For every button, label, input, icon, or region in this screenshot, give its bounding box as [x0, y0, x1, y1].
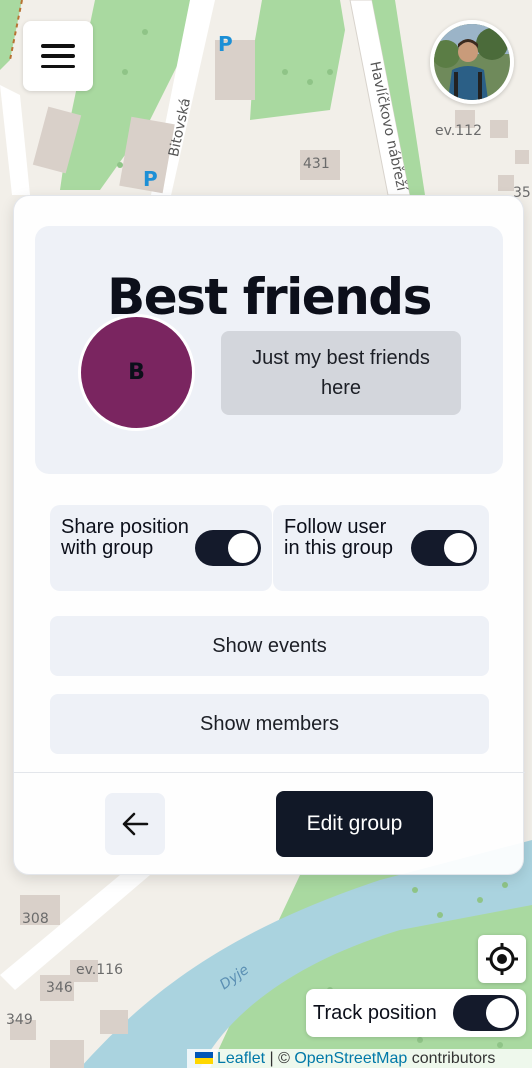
group-panel: Best friends B Just my best friends here…: [13, 195, 525, 875]
crosshair-icon: [486, 943, 518, 975]
share-position-label: Share position with group: [61, 516, 189, 559]
show-events-button[interactable]: Show events: [50, 616, 489, 676]
house-number: ev.112: [435, 123, 482, 139]
arrow-left-icon: [122, 812, 149, 836]
group-description: Just my best friends here: [221, 331, 461, 415]
divider: [14, 772, 525, 773]
map-attribution: Leaflet | © OpenStreetMap contributors: [187, 1049, 532, 1068]
house-number: ev.116: [76, 962, 123, 978]
group-avatar-letter: B: [128, 360, 145, 385]
parking-marker: P: [218, 32, 233, 56]
edit-group-button[interactable]: Edit group: [276, 791, 433, 857]
track-position-control: Track position: [306, 989, 526, 1037]
share-position-switch[interactable]: [195, 530, 261, 566]
group-title: Best friends: [107, 268, 432, 326]
follow-user-switch[interactable]: [411, 530, 477, 566]
back-button[interactable]: [105, 793, 165, 855]
locate-button[interactable]: [478, 935, 526, 983]
openstreetmap-link[interactable]: OpenStreetMap: [294, 1050, 407, 1067]
follow-user-toggle-tile: Follow user in this group: [273, 505, 489, 591]
follow-user-label: Follow user in this group: [284, 516, 393, 559]
group-avatar: B: [78, 314, 195, 431]
switch-knob: [228, 533, 258, 563]
show-members-button[interactable]: Show members: [50, 694, 489, 754]
group-description-text: Just my best friends here: [252, 347, 430, 399]
track-position-label: Track position: [313, 1002, 437, 1024]
parking-marker: P: [143, 167, 158, 191]
leaflet-link[interactable]: Leaflet: [217, 1050, 265, 1067]
share-position-toggle-tile: Share position with group: [50, 505, 272, 591]
profile-avatar[interactable]: [430, 20, 514, 104]
house-number: 346: [46, 980, 73, 996]
attribution-contributors: contributors: [407, 1050, 496, 1067]
track-position-switch[interactable]: [453, 995, 519, 1031]
house-number: 308: [22, 911, 49, 927]
house-number: 349: [6, 1012, 33, 1028]
hamburger-menu-icon: [41, 44, 75, 68]
attribution-separator: | ©: [265, 1050, 295, 1067]
house-number: 431: [303, 156, 330, 172]
ukraine-flag-icon: [195, 1052, 213, 1064]
user-avatar: [434, 24, 510, 100]
switch-knob: [444, 533, 474, 563]
group-header-card: Best friends B Just my best friends here: [35, 226, 503, 474]
switch-knob: [486, 998, 516, 1028]
menu-button[interactable]: [23, 21, 93, 91]
